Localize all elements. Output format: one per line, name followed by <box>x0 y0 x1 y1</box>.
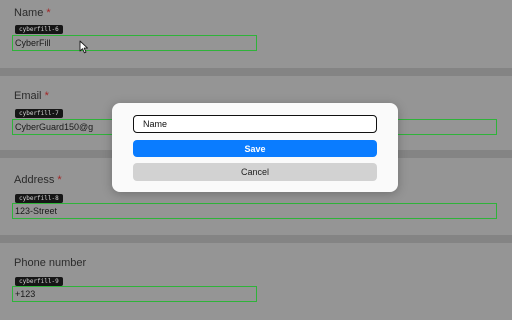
field-badge-name: cyberfill-6 <box>15 25 63 34</box>
save-name-dialog: Save Cancel <box>112 103 398 192</box>
section-divider <box>0 235 512 243</box>
dialog-name-input[interactable] <box>133 115 377 133</box>
form-section-name <box>0 0 512 68</box>
field-badge-address: cyberfill-8 <box>15 194 63 203</box>
cancel-button[interactable]: Cancel <box>133 163 377 181</box>
form-section-phone <box>0 243 512 320</box>
field-label-name: Name * <box>14 7 51 19</box>
required-marker: * <box>44 90 49 102</box>
save-button[interactable]: Save <box>133 140 377 157</box>
section-divider <box>0 68 512 76</box>
name-field[interactable]: CyberFill <box>12 35 257 51</box>
field-label-phone: Phone number <box>14 257 87 269</box>
field-badge-phone: cyberfill-9 <box>15 277 63 286</box>
field-label-address: Address * <box>14 174 62 186</box>
address-field[interactable]: 123-Street <box>12 203 497 219</box>
required-marker: * <box>57 174 62 186</box>
required-marker: * <box>46 7 51 19</box>
mouse-pointer-icon <box>79 40 88 54</box>
field-label-email: Email * <box>14 90 49 102</box>
phone-number-field[interactable]: +123 <box>12 286 257 302</box>
field-badge-email: cyberfill-7 <box>15 109 63 118</box>
